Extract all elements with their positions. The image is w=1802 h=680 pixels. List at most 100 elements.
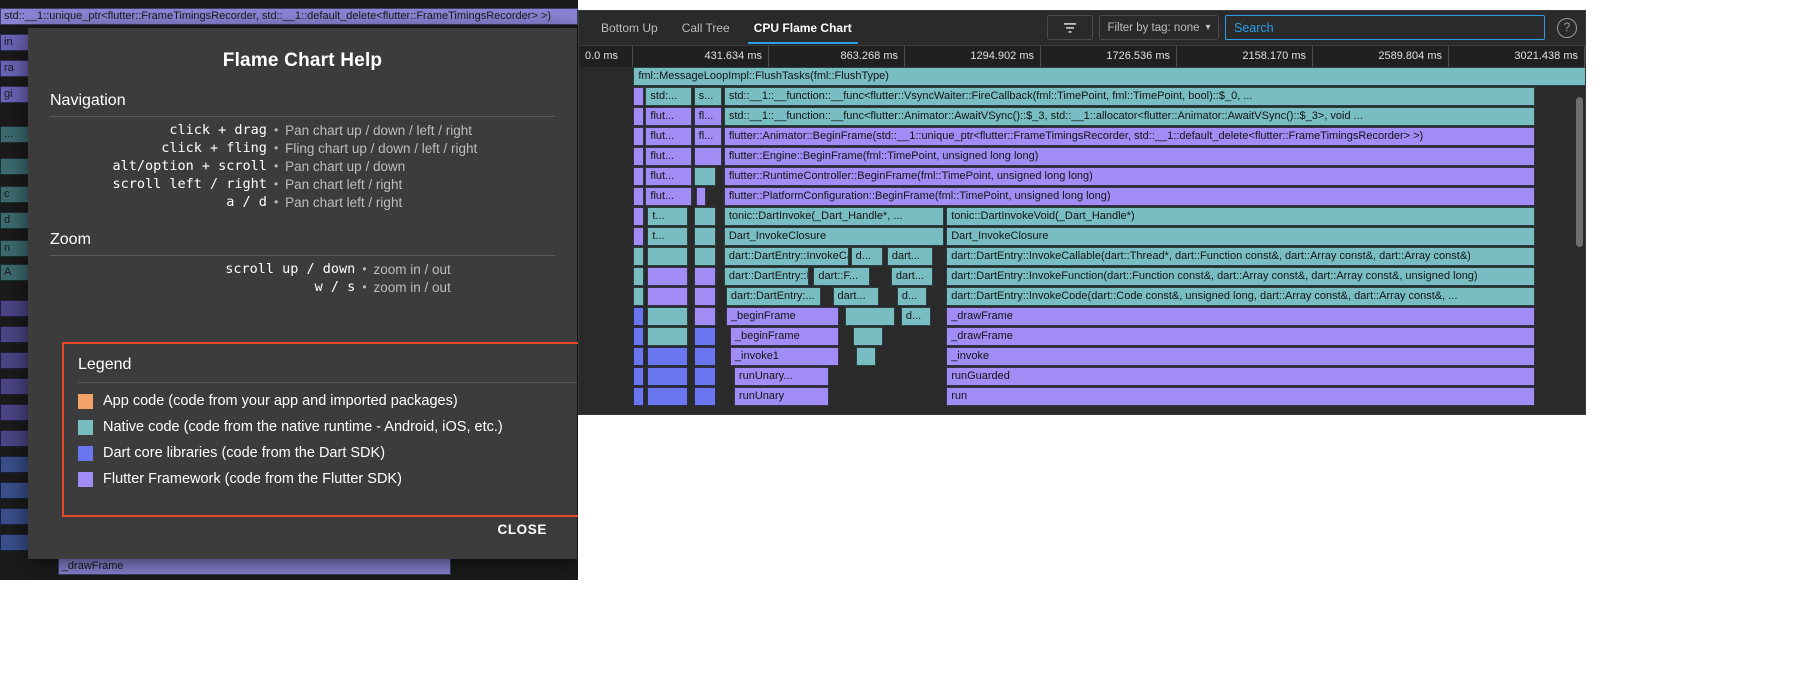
flame-block[interactable]	[693, 247, 716, 266]
flame-block[interactable]	[693, 347, 716, 366]
flame-block[interactable]: s...	[693, 87, 722, 106]
flame-block[interactable]	[693, 387, 716, 406]
flame-block[interactable]: flutter::PlatformConfiguration::BeginFra…	[723, 187, 1535, 206]
bullet-icon: •	[273, 141, 279, 155]
flame-block[interactable]: t...	[647, 227, 688, 246]
flame-block[interactable]	[647, 307, 688, 326]
flame-block[interactable]: runUnary	[733, 387, 830, 406]
flame-block[interactable]: dart::DartEntry::InvokeCallable(dart::Th…	[946, 247, 1535, 266]
flame-block[interactable]: _beginFrame	[725, 307, 839, 326]
tab-bottom-up[interactable]: Bottom Up	[589, 11, 670, 45]
flame-block[interactable]: _invoke1	[729, 347, 839, 366]
flame-block[interactable]	[633, 247, 645, 266]
flame-block[interactable]: dart::F...	[813, 267, 870, 286]
flame-block[interactable]	[633, 107, 645, 126]
tab-call-tree[interactable]: Call Tree	[670, 11, 742, 45]
flame-block[interactable]: runGuarded	[946, 367, 1535, 386]
flame-block[interactable]	[693, 207, 716, 226]
flame-block[interactable]: d...	[850, 247, 883, 266]
flame-block[interactable]: dart...	[890, 267, 934, 286]
flame-block[interactable]	[693, 227, 716, 246]
flame-block[interactable]	[693, 307, 716, 326]
flame-block[interactable]	[633, 147, 645, 166]
help-icon[interactable]: ?	[1557, 17, 1577, 38]
flame-block[interactable]	[647, 347, 688, 366]
flame-block[interactable]: flutter::Animator::BeginFrame(std::__1::…	[723, 127, 1535, 146]
flame-block[interactable]: tonic::DartInvoke(_Dart_Handle*, ...	[723, 207, 945, 226]
flame-block[interactable]	[633, 387, 645, 406]
flame-block[interactable]: flutter::RuntimeController::BeginFrame(f…	[723, 167, 1535, 186]
flame-block[interactable]: dart::DartEntry::InvokeCallab...	[723, 247, 849, 266]
flame-block[interactable]	[647, 367, 688, 386]
search-input[interactable]: Search	[1225, 15, 1545, 40]
flame-block[interactable]: dart::DartEntry::I...	[723, 267, 810, 286]
flame-block[interactable]: runUnary...	[733, 367, 830, 386]
tab-cpu-flame-chart[interactable]: CPU Flame Chart	[742, 11, 864, 45]
filter-by-tag-dropdown[interactable]: Filter by tag: none ▾	[1099, 15, 1219, 40]
flame-block[interactable]	[693, 147, 722, 166]
flame-block[interactable]	[693, 367, 716, 386]
flame-block[interactable]	[633, 87, 645, 106]
flame-block[interactable]: fl...	[693, 127, 722, 146]
flame-block[interactable]: d...	[896, 287, 928, 306]
flame-block[interactable]	[633, 187, 645, 206]
flame-block[interactable]: dart::DartEntry::InvokeCode(dart::Code c…	[946, 287, 1535, 306]
flame-block[interactable]	[647, 287, 688, 306]
flame-block[interactable]: _invoke	[946, 347, 1535, 366]
flame-block[interactable]: flutter::Engine::BeginFrame(fml::TimePoi…	[723, 147, 1535, 166]
flame-block[interactable]	[693, 267, 716, 286]
flame-block[interactable]: flut...	[645, 147, 692, 166]
flame-block[interactable]: fml::MessageLoopImpl::FlushTasks(fml::Fl…	[633, 67, 1585, 86]
flame-block[interactable]	[844, 307, 895, 326]
flame-chart-canvas[interactable]: runUnary run runUnary... runGuarded _invoke1…	[579, 67, 1585, 414]
flame-block[interactable]: std:...	[645, 87, 692, 106]
ruler-tick: 3021.438 ms	[1449, 46, 1585, 67]
flame-block[interactable]: dart...	[832, 287, 879, 306]
flame-block[interactable]	[633, 267, 645, 286]
vertical-scrollbar[interactable]	[1576, 97, 1583, 247]
flame-block[interactable]: Dart_InvokeClosure	[723, 227, 945, 246]
flame-block[interactable]	[633, 307, 645, 326]
flame-block[interactable]: Dart_InvokeClosure	[946, 227, 1535, 246]
flame-block[interactable]	[633, 227, 645, 246]
flame-block[interactable]: dart::DartEntry::InvokeFunction(dart::Fu…	[946, 267, 1535, 286]
filter-button[interactable]	[1047, 15, 1093, 40]
flame-block[interactable]	[647, 267, 688, 286]
flame-block[interactable]	[633, 347, 645, 366]
flame-block[interactable]	[633, 367, 645, 386]
flame-block[interactable]: _drawFrame	[946, 327, 1535, 346]
background-flame-block[interactable]: _drawFrame	[57, 558, 451, 575]
flame-block[interactable]: dart...	[886, 247, 934, 266]
flame-block[interactable]	[647, 387, 688, 406]
flame-block[interactable]	[633, 327, 645, 346]
flame-block[interactable]: flut...	[645, 167, 692, 186]
flame-block[interactable]: fl...	[693, 107, 722, 126]
flame-block[interactable]	[633, 207, 645, 226]
flame-block[interactable]: _drawFrame	[946, 307, 1535, 326]
flame-block[interactable]: tonic::DartInvokeVoid(_Dart_Handle*)	[946, 207, 1535, 226]
flame-block[interactable]	[647, 247, 688, 266]
flame-block[interactable]	[695, 187, 706, 206]
flame-block[interactable]: flut...	[645, 107, 692, 126]
close-button[interactable]: CLOSE	[489, 516, 555, 543]
flame-block[interactable]	[633, 287, 645, 306]
flame-block[interactable]: dart::DartEntry:...	[725, 287, 822, 306]
flame-block[interactable]: d...	[900, 307, 932, 326]
flame-block[interactable]: std::__1::__function::__func<flutter::An…	[723, 107, 1535, 126]
flame-block[interactable]: flut...	[645, 127, 692, 146]
flame-block[interactable]	[693, 167, 716, 186]
flame-block[interactable]	[693, 287, 716, 306]
flame-block[interactable]: run	[946, 387, 1535, 406]
flame-block[interactable]	[693, 327, 716, 346]
flame-block[interactable]	[633, 167, 645, 186]
flame-block[interactable]	[633, 127, 645, 146]
flame-block[interactable]	[852, 327, 883, 346]
flame-block[interactable]: flut...	[645, 187, 692, 206]
flame-block[interactable]: t...	[647, 207, 688, 226]
background-flame-block[interactable]: std::__1::unique_ptr<flutter::FrameTimin…	[0, 8, 578, 25]
ruler-tick: 1726.536 ms	[1041, 46, 1177, 67]
flame-block[interactable]	[855, 347, 876, 366]
flame-block[interactable]	[647, 327, 688, 346]
flame-block[interactable]: std::__1::__function::__func<flutter::Vs…	[723, 87, 1535, 106]
flame-block[interactable]: _beginFrame	[729, 327, 839, 346]
